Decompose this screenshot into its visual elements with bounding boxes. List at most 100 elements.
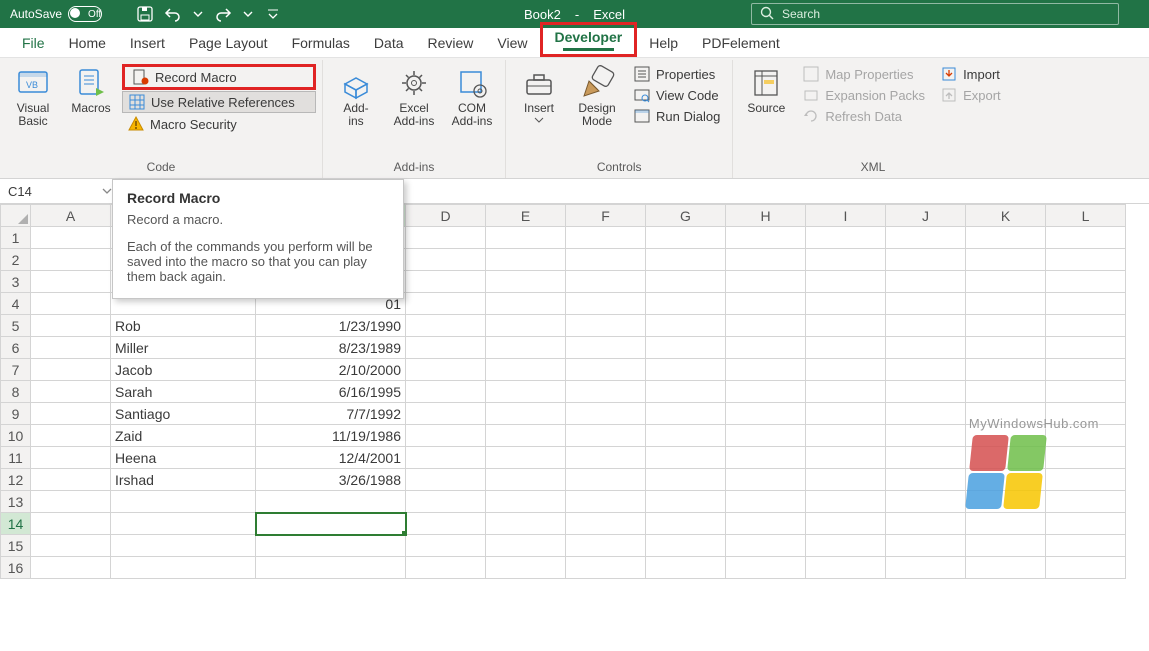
row-header[interactable]: 15 — [1, 535, 31, 557]
cell[interactable] — [566, 337, 646, 359]
cell[interactable] — [726, 271, 806, 293]
row-header[interactable]: 4 — [1, 293, 31, 315]
cell[interactable]: Zaid — [111, 425, 256, 447]
cell[interactable] — [256, 513, 406, 535]
cell[interactable] — [566, 557, 646, 579]
cell[interactable] — [406, 337, 486, 359]
cell[interactable]: 8/23/1989 — [256, 337, 406, 359]
cell[interactable] — [566, 403, 646, 425]
cell[interactable] — [646, 513, 726, 535]
cell[interactable] — [1046, 513, 1126, 535]
cell[interactable] — [886, 513, 966, 535]
cell[interactable]: Miller — [111, 337, 256, 359]
search-box[interactable]: Search — [751, 3, 1119, 25]
cell[interactable] — [886, 227, 966, 249]
cell[interactable] — [806, 447, 886, 469]
cell[interactable] — [966, 513, 1046, 535]
cell[interactable] — [406, 381, 486, 403]
tab-formulas[interactable]: Formulas — [280, 31, 362, 57]
cell[interactable] — [806, 227, 886, 249]
insert-control-button[interactable]: Insert — [512, 60, 566, 123]
cell[interactable] — [406, 271, 486, 293]
cell[interactable] — [886, 535, 966, 557]
cell[interactable] — [111, 535, 256, 557]
cell[interactable] — [726, 381, 806, 403]
cell[interactable]: 2/10/2000 — [256, 359, 406, 381]
cell[interactable] — [566, 249, 646, 271]
cell[interactable] — [256, 535, 406, 557]
cell[interactable] — [726, 359, 806, 381]
cell[interactable] — [806, 403, 886, 425]
macros-button[interactable]: Macros — [64, 60, 118, 115]
cell[interactable] — [31, 403, 111, 425]
chevron-down-icon[interactable] — [102, 184, 112, 199]
cell[interactable] — [1046, 315, 1126, 337]
export-button[interactable]: Export — [935, 85, 1007, 105]
autosave-toggle[interactable]: AutoSave Off — [10, 6, 121, 22]
cell[interactable]: Jacob — [111, 359, 256, 381]
column-header[interactable]: G — [646, 205, 726, 227]
cell[interactable] — [726, 425, 806, 447]
cell[interactable] — [1046, 337, 1126, 359]
macro-security-button[interactable]: Macro Security — [122, 114, 316, 134]
cell[interactable] — [406, 447, 486, 469]
cell[interactable] — [406, 557, 486, 579]
cell[interactable]: Sarah — [111, 381, 256, 403]
cell[interactable] — [566, 513, 646, 535]
design-mode-button[interactable]: DesignMode — [570, 60, 624, 128]
column-header[interactable]: E — [486, 205, 566, 227]
cell[interactable] — [566, 425, 646, 447]
cell[interactable] — [406, 249, 486, 271]
cell[interactable] — [646, 315, 726, 337]
cell[interactable] — [31, 271, 111, 293]
cell[interactable] — [646, 425, 726, 447]
row-header[interactable]: 6 — [1, 337, 31, 359]
cell[interactable] — [566, 359, 646, 381]
cell[interactable] — [406, 293, 486, 315]
cell[interactable] — [566, 469, 646, 491]
row-header[interactable]: 10 — [1, 425, 31, 447]
refresh-data-button[interactable]: Refresh Data — [797, 106, 931, 126]
cell[interactable] — [31, 425, 111, 447]
cell[interactable] — [646, 381, 726, 403]
map-properties-button[interactable]: Map Properties — [797, 64, 931, 84]
tab-data[interactable]: Data — [362, 31, 416, 57]
tab-home[interactable]: Home — [57, 31, 118, 57]
cell[interactable] — [886, 491, 966, 513]
cell[interactable] — [726, 227, 806, 249]
cell[interactable] — [966, 249, 1046, 271]
cell[interactable] — [31, 293, 111, 315]
cell[interactable] — [256, 491, 406, 513]
cell[interactable] — [726, 315, 806, 337]
cell[interactable] — [486, 381, 566, 403]
view-code-button[interactable]: View Code — [628, 85, 726, 105]
cell[interactable] — [806, 513, 886, 535]
run-dialog-button[interactable]: Run Dialog — [628, 106, 726, 126]
cell[interactable] — [646, 337, 726, 359]
cell[interactable] — [566, 227, 646, 249]
row-header[interactable]: 16 — [1, 557, 31, 579]
undo-icon[interactable] — [165, 6, 181, 22]
name-box[interactable]: C14 — [0, 179, 117, 203]
cell[interactable] — [806, 293, 886, 315]
column-header[interactable]: D — [406, 205, 486, 227]
cell[interactable] — [566, 447, 646, 469]
addins-button[interactable]: Add-ins — [329, 60, 383, 128]
cell[interactable] — [726, 469, 806, 491]
row-header[interactable]: 9 — [1, 403, 31, 425]
cell[interactable]: 3/26/1988 — [256, 469, 406, 491]
cell[interactable] — [966, 227, 1046, 249]
cell[interactable] — [806, 535, 886, 557]
cell[interactable] — [886, 359, 966, 381]
cell[interactable] — [486, 249, 566, 271]
cell[interactable] — [646, 271, 726, 293]
cell[interactable] — [966, 293, 1046, 315]
cell[interactable] — [31, 557, 111, 579]
cell[interactable] — [726, 535, 806, 557]
cell[interactable] — [406, 469, 486, 491]
cell[interactable] — [726, 447, 806, 469]
cell[interactable] — [406, 403, 486, 425]
source-button[interactable]: Source — [739, 60, 793, 115]
tab-file[interactable]: File — [10, 31, 57, 57]
cell[interactable] — [406, 315, 486, 337]
